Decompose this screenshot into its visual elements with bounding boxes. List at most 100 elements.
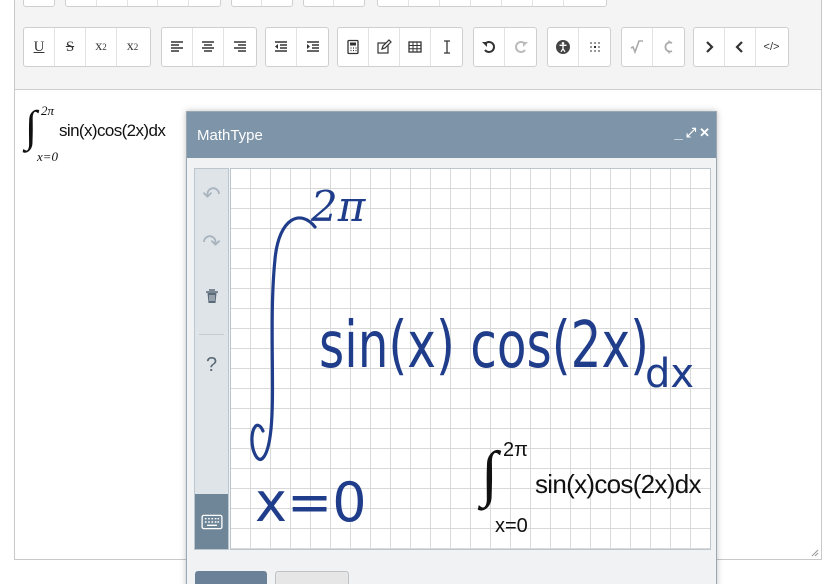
preview-body: sin(x)cos(2x)dx	[535, 469, 701, 499]
align-right-icon	[233, 41, 246, 52]
undo-icon[interactable]: ↶	[195, 179, 228, 211]
toolbar-top-button[interactable]	[334, 0, 364, 6]
previous-button[interactable]	[725, 28, 756, 66]
handwriting-canvas[interactable]: 2π sin(x) cos(2x) dx x=0 ∫ 2π x=0 sin(x)…	[230, 168, 711, 550]
redo-icon[interactable]: ↷	[195, 227, 228, 259]
dot-grid-icon	[589, 42, 600, 52]
text-style-group: U S x2 x2	[23, 27, 151, 67]
handwriting-sidebar: ↶ ↷ ?	[194, 168, 229, 550]
maximize-icon[interactable]: ⤢	[686, 125, 696, 142]
toolbar-top-button[interactable]	[189, 0, 220, 6]
toolbar-top-button[interactable]	[24, 0, 54, 6]
editor-formula[interactable]: ∫ 2π x=0 sin(x)cos(2x)dx	[25, 101, 185, 167]
toolbar-top-button[interactable]	[409, 0, 440, 6]
keyboard-toggle-button[interactable]	[195, 494, 228, 549]
subscript-base: x	[95, 39, 103, 54]
calculator-button[interactable]	[338, 28, 369, 66]
text-cursor-button[interactable]	[431, 28, 462, 66]
strikethrough-button[interactable]: S	[55, 28, 86, 66]
undo-icon	[482, 41, 495, 53]
calculator-icon	[347, 39, 359, 55]
keyboard-icon	[200, 514, 223, 529]
toolbar-top-button[interactable]	[232, 0, 263, 6]
trash-glyph	[205, 289, 218, 303]
preview-integral-sign: ∫	[481, 440, 498, 508]
handwritten-lower-limit: x=0	[255, 471, 367, 534]
align-left-button[interactable]	[162, 28, 193, 66]
editor-toolbar: U S x2 x2 </>	[15, 0, 821, 90]
alignment-group	[161, 27, 257, 67]
align-center-button[interactable]	[193, 28, 224, 66]
help-icon[interactable]: ?	[195, 349, 228, 381]
formula-body: sin(x)cos(2x)dx	[59, 121, 166, 140]
toolbar-top-button[interactable]	[378, 0, 409, 6]
toolbar-top-button[interactable]	[564, 0, 595, 6]
close-icon[interactable]: ✕	[699, 125, 710, 142]
integral-sign: ∫	[25, 102, 38, 151]
insert-button[interactable]	[195, 571, 267, 584]
indent-button[interactable]	[297, 28, 328, 66]
math-group	[621, 27, 685, 67]
outdent-icon	[275, 41, 287, 52]
underline-button[interactable]: U	[24, 28, 55, 66]
sidebar-divider	[199, 334, 224, 335]
toolbar-top-group-3	[231, 0, 293, 7]
toolbar-top-button[interactable]	[128, 0, 159, 6]
code-brackets-icon: </>	[763, 41, 780, 53]
chemistry-c-icon	[664, 40, 672, 54]
toolbar-top-group-4	[303, 0, 365, 7]
chevron-right-icon	[706, 41, 714, 53]
dialog-title-bar[interactable]: MathType _ ⤢ ✕	[187, 112, 716, 158]
edit-button[interactable]	[369, 28, 400, 66]
align-right-button[interactable]	[224, 28, 255, 66]
accessibility-icon	[556, 40, 570, 54]
toolbar-top-button[interactable]	[471, 0, 502, 6]
navigation-group: </>	[693, 27, 789, 67]
preview-upper-limit: 2π	[503, 439, 528, 461]
chemistry-formula-button[interactable]	[653, 28, 684, 66]
accessibility-button[interactable]	[548, 28, 579, 66]
next-button[interactable]	[694, 28, 725, 66]
redo-button[interactable]	[505, 28, 536, 66]
screen: U S x2 x2 </> ∫ 2π x=0 sin(x)cos(2x)dx M…	[0, 0, 836, 584]
handwritten-dx: dx	[645, 351, 694, 397]
insert-group	[337, 27, 463, 67]
history-group	[473, 27, 537, 67]
redo-icon	[514, 41, 528, 53]
resize-grip-icon[interactable]	[810, 548, 819, 557]
subscript-button[interactable]: x2	[86, 28, 117, 66]
indent-group	[265, 27, 329, 67]
toolbar-top-button[interactable]	[502, 0, 533, 6]
accessibility-group	[547, 27, 611, 67]
math-formula-button[interactable]	[622, 28, 653, 66]
source-code-button[interactable]: </>	[756, 28, 787, 66]
outdent-button[interactable]	[266, 28, 297, 66]
align-center-icon	[202, 41, 214, 52]
superscript-exp: 2	[133, 42, 139, 52]
toolbar-top-button[interactable]	[304, 0, 335, 6]
minimize-icon[interactable]: _	[674, 125, 682, 142]
formula-lower-limit: x=0	[37, 149, 59, 164]
superscript-button[interactable]: x2	[117, 28, 148, 66]
table-button[interactable]	[400, 28, 431, 66]
toolbar-top-button[interactable]	[533, 0, 564, 6]
handwritten-integral-stroke	[250, 216, 317, 461]
handwritten-upper-limit: 2π	[310, 182, 367, 231]
indent-icon	[306, 41, 319, 52]
recognized-formula-preview: ∫ 2π x=0 sin(x)cos(2x)dx	[481, 439, 710, 541]
symbol-grid-button[interactable]	[579, 28, 610, 66]
subscript-exp: 2	[102, 42, 107, 52]
toolbar-top-button[interactable]	[440, 0, 471, 6]
toolbar-top-button[interactable]	[158, 0, 190, 6]
toolbar-top-button[interactable]	[97, 0, 128, 6]
undo-button[interactable]	[474, 28, 505, 66]
toolbar-top-button[interactable]	[262, 0, 292, 6]
toolbar-top-group-1	[23, 0, 55, 7]
align-left-icon	[171, 41, 183, 52]
toolbar-top-button[interactable]	[66, 0, 97, 6]
cancel-button[interactable]	[275, 571, 349, 584]
dialog-title: MathType	[197, 127, 263, 144]
trash-icon[interactable]	[195, 280, 228, 312]
pencil-square-icon	[377, 39, 392, 54]
sqrt-icon	[630, 40, 643, 55]
